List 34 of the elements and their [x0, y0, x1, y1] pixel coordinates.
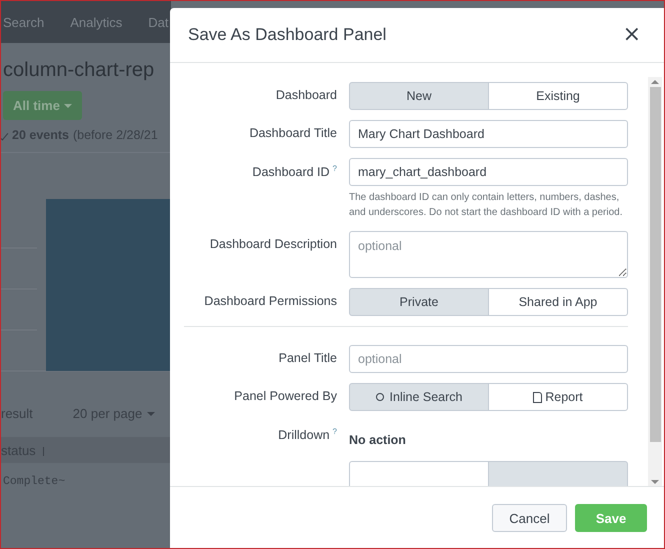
toggle-button[interactable]: [349, 461, 489, 486]
scrollbar[interactable]: [648, 77, 662, 486]
caret-icon: [147, 412, 156, 416]
caret-icon: [64, 104, 72, 108]
document-icon: [533, 392, 542, 402]
toggle-button[interactable]: New: [349, 82, 489, 110]
toggle-button[interactable]: Private: [349, 288, 489, 316]
help-link[interactable]: ?: [332, 427, 337, 436]
cancel-button[interactable]: Cancel: [492, 504, 567, 532]
field-label: Dashboard Permissions: [204, 294, 337, 308]
text-input[interactable]: mary_chart_dashboard: [349, 158, 628, 186]
search-icon: [376, 393, 384, 401]
field-label: Panel Title: [278, 351, 337, 365]
help-text: The dashboard ID can only contain letters, numbers, dashes, and underscores. Do not start the dashboard ID with a period.: [349, 191, 624, 220]
help-link[interactable]: ?: [332, 164, 337, 173]
text-area[interactable]: optional: [349, 231, 628, 278]
field-label: Dashboard ID $^{?}$: [252, 165, 337, 180]
field-label: Drilldown $^{?}$: [278, 428, 337, 442]
field-label: Dashboard Title: [249, 126, 337, 140]
text-input[interactable]: Mary Chart Dashboard: [349, 120, 628, 148]
report-title: column-chart-rep: [3, 59, 156, 82]
field-value: No action: [349, 432, 407, 449]
scrollbar-thumb[interactable]: [650, 87, 660, 442]
toggle-button[interactable]: Shared in App: [488, 288, 628, 316]
field-label: Panel Powered By: [234, 389, 337, 403]
field-label: Dashboard Description: [210, 237, 337, 251]
field-label: Dashboard: [276, 88, 337, 102]
toggle-button[interactable]: Inline Search: [349, 383, 489, 411]
close-button[interactable]: ×: [620, 24, 643, 46]
dialog-title: Save As Dashboard Panel: [188, 25, 386, 45]
text-input[interactable]: optional: [349, 345, 628, 373]
toggle-button[interactable]: Report: [488, 383, 628, 411]
toggle-button[interactable]: Existing: [488, 82, 628, 110]
toggle-button[interactable]: [488, 461, 628, 486]
